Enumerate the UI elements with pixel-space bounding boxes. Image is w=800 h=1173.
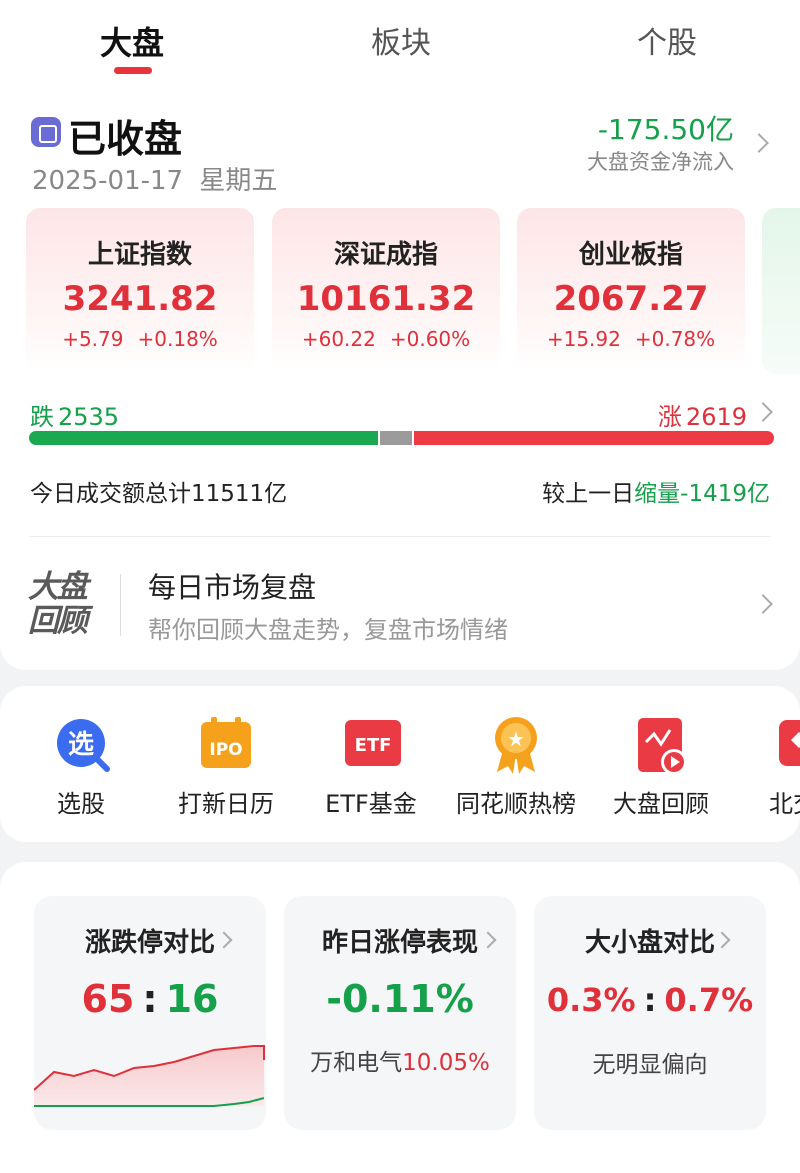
index-card-next-peek[interactable] — [762, 208, 800, 374]
hot-list-icon: ★ — [489, 716, 543, 774]
market-review-logo: 大盘 回顾 — [28, 569, 88, 639]
bse-icon — [779, 716, 800, 770]
index-name: 深证成指 — [333, 240, 438, 270]
stock-pick-icon: 选 — [54, 716, 110, 772]
tab-stocks[interactable]: 个股 — [637, 18, 697, 62]
top-tab-bar: 大盘 板块 个股 — [0, 0, 800, 92]
market-review-icon — [634, 716, 688, 775]
net-inflow-value[interactable]: -175.50亿 — [598, 108, 734, 148]
svg-text:ETF: ETF — [355, 735, 392, 756]
shortcut-hot-list[interactable]: ★ 同花顺热榜 — [441, 716, 591, 819]
rise-bar — [414, 431, 774, 445]
shortcut-market-review[interactable]: 大盘回顾 — [586, 716, 736, 819]
index-value: 2067.27 — [553, 279, 709, 319]
svg-text:★: ★ — [507, 727, 525, 751]
limit-trend-sparkline — [34, 1045, 265, 1107]
size-compare-title: 大小盘对比 — [584, 928, 715, 958]
net-inflow-label[interactable]: 大盘资金净流入 — [587, 146, 734, 176]
active-tab-indicator — [114, 67, 152, 74]
svg-text:IPO: IPO — [209, 740, 242, 760]
index-value: 3241.82 — [62, 279, 218, 319]
shortcut-etf-fund[interactable]: ETF ETF基金 — [296, 716, 446, 819]
tab-market[interactable]: 大盘 — [100, 18, 164, 64]
divider — [120, 574, 121, 636]
turnover-total: 今日成交额总计11511亿 — [30, 481, 288, 507]
fall-bar — [29, 431, 378, 445]
index-name: 上证指数 — [87, 240, 192, 270]
size-compare-note: 无明显偏向 — [592, 1052, 708, 1078]
index-card-shanghai[interactable]: 上证指数 3241.82 +5.79 +0.18% — [26, 208, 254, 374]
market-date: 2025-01-17 星期五 — [32, 160, 277, 197]
date-text: 2025-01-17 — [32, 166, 184, 196]
tab-sectors[interactable]: 板块 — [371, 18, 431, 62]
index-change: +15.92 +0.78% — [546, 327, 716, 351]
market-closed-icon — [31, 117, 61, 147]
fall-count[interactable]: 跌 2535 — [30, 397, 119, 432]
index-name: 创业板指 — [578, 240, 683, 270]
market-status-title: 已收盘 — [68, 117, 183, 161]
ipo-calendar-icon: IPO — [199, 716, 253, 770]
limit-compare-value: 65:16 — [81, 977, 219, 1021]
yesterday-limit-card[interactable]: 昨日涨停表现 -0.11% 万和电气10.05% — [284, 896, 516, 1130]
index-change: +5.79 +0.18% — [62, 327, 218, 351]
index-value: 10161.32 — [296, 279, 476, 319]
shortcut-ipo-calendar[interactable]: IPO 打新日历 — [151, 716, 301, 819]
size-compare-value: 0.3%:0.7% — [546, 981, 754, 1019]
weekday-text: 星期五 — [199, 166, 278, 196]
etf-fund-icon: ETF — [344, 716, 401, 770]
divider — [30, 536, 770, 537]
index-change: +60.22 +0.60% — [301, 327, 471, 351]
svg-text:选: 选 — [68, 730, 94, 760]
rise-count[interactable]: 涨 2619 — [658, 397, 747, 432]
size-compare-card[interactable]: 大小盘对比 0.3%:0.7% 无明显偏向 — [534, 896, 766, 1130]
daily-review-title[interactable]: 每日市场复盘 — [148, 566, 316, 606]
shortcut-stock-pick[interactable]: 选 选股 — [6, 716, 156, 819]
yesterday-top-stock: 万和电气10.05% — [310, 1050, 490, 1076]
index-card-chinext[interactable]: 创业板指 2067.27 +15.92 +0.78% — [517, 208, 745, 374]
turnover-compare: 较上一日缩量-1419亿 — [542, 481, 770, 507]
shortcut-bse[interactable]: 北交 — [731, 716, 800, 819]
index-card-shenzhen[interactable]: 深证成指 10161.32 +60.22 +0.60% — [272, 208, 500, 374]
limit-compare-card[interactable]: 涨跌停对比 65:16 — [34, 896, 266, 1130]
yesterday-limit-value: -0.11% — [326, 977, 474, 1021]
daily-review-subtitle[interactable]: 帮你回顾大盘走势，复盘市场情绪 — [148, 610, 508, 645]
flat-bar — [380, 431, 412, 445]
